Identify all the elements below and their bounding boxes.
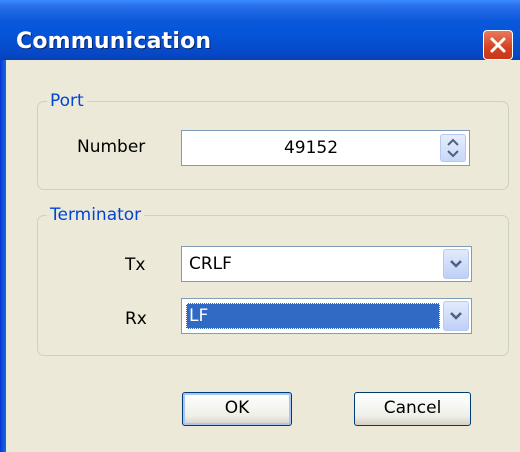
terminator-group xyxy=(37,215,509,356)
window-title: Communication xyxy=(16,29,212,54)
rx-label: Rx xyxy=(125,309,147,329)
terminator-group-legend: Terminator xyxy=(47,205,145,225)
cancel-button[interactable]: Cancel xyxy=(354,392,471,426)
rx-dropdown-button[interactable] xyxy=(443,301,469,331)
chevron-down-icon xyxy=(450,312,462,320)
tx-dropdown[interactable]: CRLF xyxy=(181,246,472,282)
spinner-buttons[interactable] xyxy=(440,134,466,162)
close-icon xyxy=(490,37,506,53)
tx-dropdown-button[interactable] xyxy=(443,249,469,279)
communication-dialog: Communication Port Number 49152 Terminat… xyxy=(0,0,520,452)
title-bar[interactable]: Communication xyxy=(0,0,520,60)
ok-button[interactable]: OK xyxy=(182,392,292,426)
spin-arrows-icon[interactable] xyxy=(441,135,465,161)
chevron-down-icon xyxy=(450,260,462,268)
port-number-value[interactable]: 49152 xyxy=(182,131,440,165)
tx-label: Tx xyxy=(125,255,146,275)
rx-selection-highlight: LF xyxy=(186,303,440,329)
port-number-spinner[interactable]: 49152 xyxy=(181,130,470,166)
dialog-body: Port Number 49152 Terminator Tx CRLF Rx xyxy=(6,60,520,452)
port-number-label: Number xyxy=(77,137,146,157)
close-button[interactable] xyxy=(483,30,513,60)
rx-selected-value: LF xyxy=(189,306,209,326)
rx-dropdown[interactable]: LF xyxy=(181,298,472,334)
port-group-legend: Port xyxy=(47,91,87,111)
tx-selected-value: CRLF xyxy=(189,254,232,274)
